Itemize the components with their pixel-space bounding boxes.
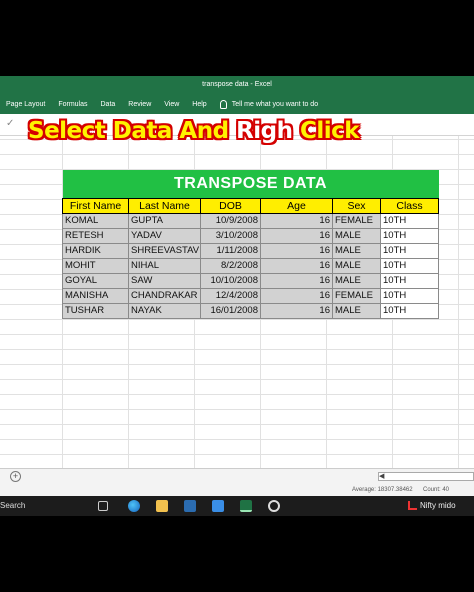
store-icon[interactable] <box>184 500 196 512</box>
cell[interactable]: 10TH <box>379 272 440 289</box>
cell[interactable]: 16 <box>260 242 333 259</box>
cell[interactable]: 10TH <box>379 302 440 319</box>
cell[interactable]: 16 <box>260 302 333 319</box>
excel-icon[interactable] <box>240 500 252 512</box>
status-count: Count: 40 <box>423 487 450 493</box>
ribbon-tabs: Page Layout Formulas Data Review View He… <box>0 94 474 114</box>
caption-part-1: Select Data And <box>28 118 237 144</box>
tutorial-caption: Select Data And Righ Click <box>28 118 360 144</box>
table-row: KOMAL GUPTA 10/9/2008 16 FEMALE 10TH <box>62 212 440 229</box>
cell[interactable]: MALE <box>332 272 381 289</box>
scroll-left-icon[interactable]: ◀ <box>379 472 384 480</box>
cell[interactable]: 16 <box>260 272 333 289</box>
table-row: GOYAL SAW 10/10/2008 16 MALE 10TH <box>62 272 440 289</box>
cell[interactable]: 12/4/2008 <box>200 287 261 304</box>
cell[interactable]: 10TH <box>379 287 440 304</box>
table-row: MANISHA CHANDRAKAR 12/4/2008 16 FEMALE 1… <box>62 287 440 304</box>
caption-part-3: Click <box>292 118 360 144</box>
cell[interactable]: 10TH <box>379 242 440 259</box>
cell[interactable]: GOYAL <box>62 272 129 289</box>
check-icon[interactable]: ✓ <box>6 118 14 129</box>
tab-data[interactable]: Data <box>101 101 116 108</box>
header-dob[interactable]: DOB <box>200 197 261 214</box>
table-row: HARDIK SHREEVASTAV 1/11/2008 16 MALE 10T… <box>62 242 440 259</box>
cell[interactable]: GUPTA <box>128 212 201 229</box>
cell[interactable]: 16 <box>260 227 333 244</box>
cell[interactable]: YADAV <box>128 227 201 244</box>
header-class[interactable]: Class <box>379 197 440 214</box>
task-view-icon[interactable] <box>98 501 108 511</box>
table-row: MOHIT NIHAL 8/2/2008 16 MALE 10TH <box>62 257 440 274</box>
cell[interactable]: TUSHAR <box>62 302 129 319</box>
lightbulb-icon <box>219 99 227 109</box>
cell[interactable]: SHREEVASTAV <box>128 242 201 259</box>
cell[interactable]: 10/10/2008 <box>200 272 261 289</box>
cell[interactable]: 16 <box>260 287 333 304</box>
cell[interactable]: SAW <box>128 272 201 289</box>
data-table: TRANSPOSE DATA First Name Last Name DOB … <box>62 170 440 319</box>
cell[interactable]: 16 <box>260 212 333 229</box>
file-explorer-icon[interactable] <box>156 500 168 512</box>
taskbar: Search Nifty mido <box>0 496 474 516</box>
cell[interactable]: 16 <box>260 257 333 274</box>
cell[interactable]: 10TH <box>379 212 440 229</box>
header-sex[interactable]: Sex <box>332 197 381 214</box>
cell[interactable]: 3/10/2008 <box>200 227 261 244</box>
table-title[interactable]: TRANSPOSE DATA <box>62 170 439 198</box>
cell[interactable]: MALE <box>332 257 381 274</box>
taskbar-notification[interactable]: Nifty mido <box>420 501 456 510</box>
cell[interactable]: 1/11/2008 <box>200 242 261 259</box>
cell[interactable]: 10/9/2008 <box>200 212 261 229</box>
cell[interactable]: 10TH <box>379 227 440 244</box>
status-average: Average: 18307.38462 <box>352 487 413 493</box>
tell-me-box[interactable]: Tell me what you want to do <box>219 99 319 109</box>
taskbar-search[interactable]: Search <box>0 501 25 510</box>
edge-icon[interactable] <box>128 500 140 512</box>
cell[interactable]: MALE <box>332 302 381 319</box>
cell[interactable]: 16/01/2008 <box>200 302 261 319</box>
cell[interactable]: KOMAL <box>62 212 129 229</box>
cell[interactable]: FEMALE <box>332 212 381 229</box>
cell[interactable]: MOHIT <box>62 257 129 274</box>
tell-me-text: Tell me what you want to do <box>231 100 319 108</box>
screen-record-icon[interactable] <box>268 500 280 512</box>
tab-view[interactable]: View <box>164 101 179 108</box>
cell[interactable]: 8/2/2008 <box>200 257 261 274</box>
add-sheet-icon[interactable]: + <box>10 471 21 482</box>
cell[interactable]: HARDIK <box>62 242 129 259</box>
horizontal-scrollbar[interactable]: ◀ <box>378 472 474 481</box>
cell[interactable]: CHANDRAKAR <box>128 287 201 304</box>
cell[interactable]: NAYAK <box>128 302 201 319</box>
tab-review[interactable]: Review <box>128 101 151 108</box>
cell[interactable]: MALE <box>332 227 381 244</box>
table-row: RETESH YADAV 3/10/2008 16 MALE 10TH <box>62 227 440 244</box>
cell[interactable]: MALE <box>332 242 381 259</box>
chart-trend-icon <box>408 501 417 510</box>
header-row: First Name Last Name DOB Age Sex Class <box>62 197 440 214</box>
cell[interactable]: RETESH <box>62 227 129 244</box>
table-row: TUSHAR NAYAK 16/01/2008 16 MALE 10TH <box>62 302 440 319</box>
caption-part-2: Righ <box>236 118 293 144</box>
header-first-name[interactable]: First Name <box>62 197 129 214</box>
cell[interactable]: NIHAL <box>128 257 201 274</box>
tab-formulas[interactable]: Formulas <box>58 101 87 108</box>
sheet-tab-bar: + ◀ <box>0 468 474 484</box>
tab-page-layout[interactable]: Page Layout <box>6 101 45 108</box>
cell[interactable]: 10TH <box>379 257 440 274</box>
cell[interactable]: MANISHA <box>62 287 129 304</box>
mail-icon[interactable] <box>212 500 224 512</box>
excel-window: transpose data - Excel Page Layout Formu… <box>0 76 474 516</box>
tab-help[interactable]: Help <box>192 101 206 108</box>
cell[interactable]: FEMALE <box>332 287 381 304</box>
header-last-name[interactable]: Last Name <box>128 197 201 214</box>
window-title: transpose data - Excel <box>0 76 474 94</box>
header-age[interactable]: Age <box>260 197 333 214</box>
